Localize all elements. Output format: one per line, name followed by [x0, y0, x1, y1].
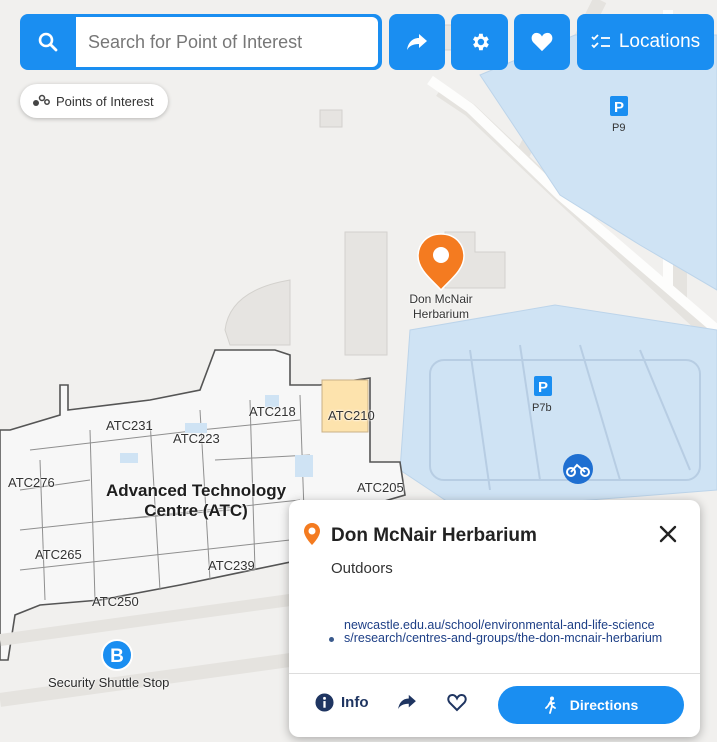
locations-button[interactable]: Locations: [577, 14, 714, 70]
poi-dots-icon: [33, 94, 50, 106]
poi-marker-label: Don McNair Herbarium: [398, 292, 484, 322]
building-label-line2: Centre (ATC): [144, 501, 248, 520]
divider: [289, 673, 700, 674]
website-link[interactable]: newcastle.edu.au/school/environmental-an…: [344, 619, 664, 645]
parking-p9-label: P9: [612, 122, 626, 134]
room-highlight: [120, 453, 138, 463]
info-button[interactable]: Info: [315, 693, 369, 712]
room-label: ATC210: [328, 408, 375, 423]
gear-icon: [472, 33, 489, 51]
atc-courtyard: [224, 279, 291, 346]
search-icon[interactable]: [20, 14, 76, 70]
search-bar: [20, 14, 382, 70]
location-pin-icon: [304, 523, 320, 545]
share-button[interactable]: [389, 14, 445, 70]
room-label: ATC218: [249, 404, 296, 419]
search-input[interactable]: [76, 17, 378, 67]
link-bullet: [329, 637, 334, 642]
room-label: ATC265: [35, 547, 82, 562]
building-block: [319, 109, 343, 128]
shuttle-badge: B: [110, 646, 124, 667]
room-highlight: [295, 455, 313, 477]
card-actions: Info Directions: [289, 685, 700, 725]
room-label: ATC205: [357, 480, 404, 495]
favorites-button[interactable]: [514, 14, 570, 70]
bus-stop-icon[interactable]: B: [101, 639, 133, 671]
parking-p7b-badge: P: [538, 379, 548, 396]
room-label: ATC250: [92, 594, 139, 609]
shuttle-stop-label: Security Shuttle Stop: [48, 675, 170, 690]
share-location-button[interactable]: [397, 694, 417, 715]
directions-label: Directions: [569, 697, 639, 713]
card-subtitle: Outdoors: [331, 560, 393, 577]
building-block: [344, 231, 388, 356]
checklist-icon: [591, 34, 610, 49]
location-info-card: Don McNair Herbarium Outdoors newcastle.…: [289, 500, 700, 737]
poi-marker-label-line1: Don McNair: [409, 292, 473, 306]
motorbike-icon[interactable]: [563, 454, 593, 484]
points-of-interest-label: Points of Interest: [56, 93, 154, 109]
building-label-atc: Advanced Technology Centre (ATC): [88, 481, 304, 521]
poi-marker-label-line2: Herbarium: [412, 307, 469, 321]
close-icon[interactable]: [656, 522, 680, 546]
settings-button[interactable]: [451, 14, 508, 70]
parking-p7b-label: P7b: [532, 402, 552, 414]
parking-p9-badge: P: [614, 99, 624, 116]
points-of-interest-toggle[interactable]: Points of Interest: [20, 84, 168, 118]
room-label: ATC239: [208, 558, 255, 573]
info-label: Info: [341, 694, 369, 711]
locations-label: Locations: [618, 31, 701, 52]
building-label-line1: Advanced Technology: [105, 481, 287, 500]
share-arrow-icon: [398, 694, 416, 710]
room-atc210-highlight: [321, 379, 369, 433]
heart-icon: [447, 693, 467, 712]
room-label: ATC276: [8, 475, 55, 490]
walkway: [0, 594, 291, 646]
favorite-button[interactable]: [447, 693, 467, 717]
share-arrow-icon: [407, 34, 427, 50]
directions-button[interactable]: Directions: [498, 686, 684, 724]
heart-icon: [531, 32, 553, 52]
card-title: Don McNair Herbarium: [331, 525, 537, 546]
room-label: ATC231: [106, 418, 153, 433]
info-icon: [315, 693, 334, 712]
room-label: ATC223: [173, 431, 220, 446]
walking-icon: [544, 696, 556, 714]
